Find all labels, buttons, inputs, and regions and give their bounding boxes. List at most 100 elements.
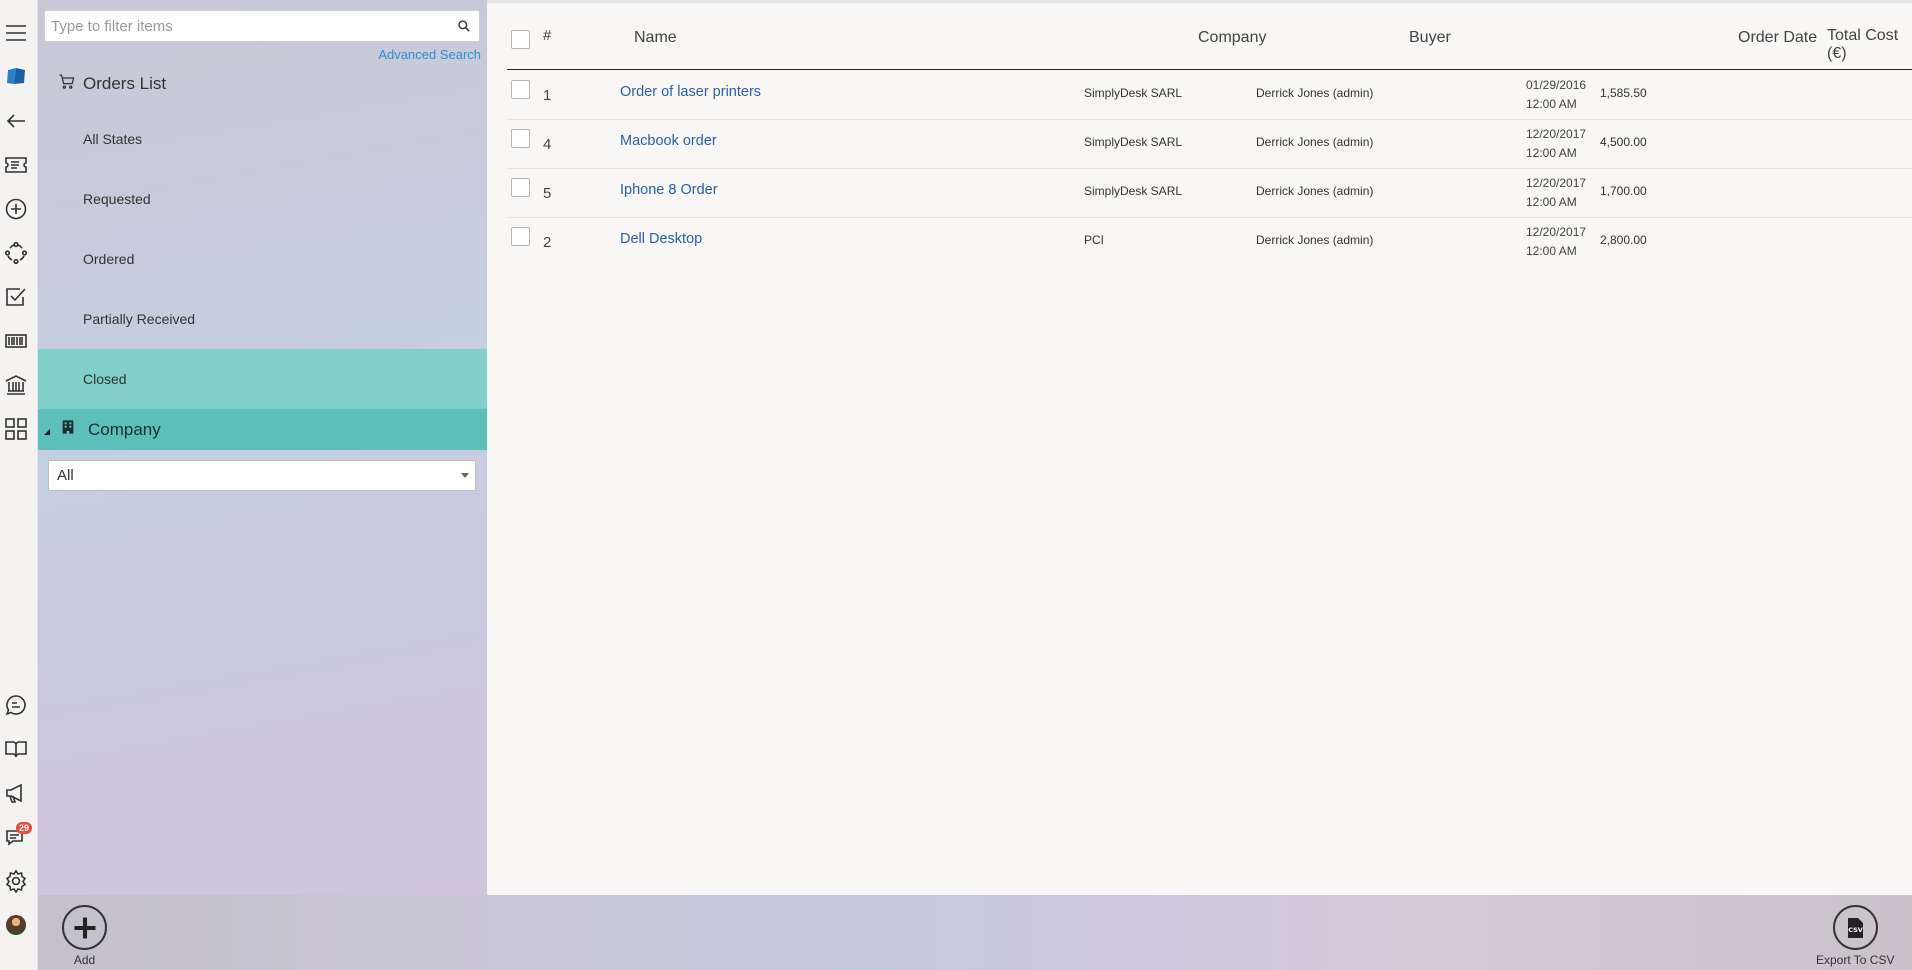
select-all-checkbox[interactable] [511,30,530,49]
filter-search-input[interactable] [45,11,445,41]
header-number[interactable]: # [543,27,551,44]
notification-badge: 29 [15,822,32,834]
order-name-link[interactable]: Macbook order [620,133,717,149]
state-label: Requested [83,191,151,207]
row-number: 2 [543,234,552,251]
orders-list-title: Orders List [83,74,167,93]
gear-icon[interactable] [0,866,32,896]
back-arrow-icon[interactable] [0,106,32,136]
plus-icon [62,905,107,950]
state-label: All States [83,131,143,147]
header-order-date[interactable]: Order Date [1738,29,1817,47]
megaphone-icon[interactable] [0,778,32,808]
row-order-date: 12/20/2017 12:00 AM [1526,174,1586,212]
row-checkbox[interactable] [511,80,530,99]
row-time: 12:00 AM [1526,97,1577,111]
company-select-value: All [57,467,74,484]
add-label: Add [73,953,96,967]
row-date: 12/20/2017 [1526,225,1587,239]
header-name[interactable]: Name [634,29,677,47]
state-item-closed[interactable]: Closed [38,349,487,409]
row-time: 12:00 AM [1526,195,1577,209]
row-time: 12:00 AM [1526,244,1577,258]
row-date: 12/20/2017 [1526,127,1587,141]
table-row[interactable]: 5 Iphone 8 Order SimplyDesk SARL Derrick… [507,169,1912,218]
filter-panel: Advanced Search Orders List All States R… [38,0,487,895]
icon-rail: 29 [0,0,38,970]
row-buyer: Derrick Jones (admin) [1256,86,1374,100]
user-avatar[interactable] [0,910,32,940]
state-label: Closed [83,371,127,387]
bank-icon[interactable] [0,370,32,400]
advanced-search-link[interactable]: Advanced Search [378,47,481,62]
state-item-all-states[interactable]: All States [38,109,487,169]
row-checkbox[interactable] [511,129,530,148]
checklist-icon[interactable] [0,282,32,312]
order-name-link[interactable]: Iphone 8 Order [620,182,718,198]
row-time: 12:00 AM [1526,146,1577,160]
workflow-icon[interactable] [0,238,32,268]
chat-icon[interactable] [0,690,32,720]
company-select[interactable]: All [48,460,476,491]
row-buyer: Derrick Jones (admin) [1256,135,1374,149]
building-icon [60,419,76,440]
row-checkbox[interactable] [511,178,530,197]
table-row[interactable]: 2 Dell Desktop PCI Derrick Jones (admin)… [507,218,1912,267]
header-divider [507,69,1912,70]
state-label: Partially Received [83,311,196,327]
row-total-cost: 1,700.00 [1600,184,1647,198]
csv-file-icon: CSV [1832,905,1878,950]
logo-icon[interactable] [0,62,32,92]
row-number: 4 [543,136,552,153]
cart-icon [58,73,75,95]
csv-glyph: CSV [1848,926,1863,934]
ticket-icon[interactable] [0,150,32,180]
row-company: PCI [1084,233,1105,247]
panel-title: Orders List [58,72,166,96]
search-icon[interactable] [449,11,479,41]
row-total-cost: 2,800.00 [1600,233,1647,247]
state-item-partially-received[interactable]: Partially Received [38,289,487,349]
company-section-label: Company [88,419,161,439]
collapse-triangle-icon [44,428,50,435]
row-order-date: 12/20/2017 12:00 AM [1526,223,1586,261]
order-name-link[interactable]: Order of laser printers [620,84,761,100]
add-button[interactable]: Add [62,905,107,967]
row-date: 01/29/2016 [1526,78,1587,92]
row-company: SimplyDesk SARL [1084,135,1183,149]
grid-icon[interactable] [0,414,32,444]
filter-search-box [44,10,480,42]
order-name-link[interactable]: Dell Desktop [620,231,702,247]
menu-icon[interactable] [0,18,32,48]
row-total-cost: 1,585.50 [1600,86,1647,100]
company-section-header[interactable]: Company [38,409,487,450]
bottom-action-bar: Add CSV Export To CSV [38,895,1912,970]
row-buyer: Derrick Jones (admin) [1256,233,1374,247]
row-number: 5 [543,185,552,202]
book-icon[interactable] [0,734,32,764]
row-company: SimplyDesk SARL [1084,86,1183,100]
barcode-icon[interactable] [0,326,32,356]
export-label: Export To CSV [1816,953,1895,967]
messages-icon[interactable]: 29 [0,822,32,852]
row-order-date: 12/20/2017 12:00 AM [1526,125,1586,163]
row-checkbox[interactable] [511,227,530,246]
add-circle-icon[interactable] [0,194,32,224]
header-buyer[interactable]: Buyer [1409,29,1451,47]
state-item-requested[interactable]: Requested [38,169,487,229]
row-buyer: Derrick Jones (admin) [1256,184,1374,198]
dropdown-caret-icon [461,473,469,478]
avatar [6,915,26,935]
row-company: SimplyDesk SARL [1084,184,1183,198]
state-label: Ordered [83,251,135,267]
state-item-ordered[interactable]: Ordered [38,229,487,289]
orders-table: # Name Company Buyer Order Date Total Co… [487,0,1912,895]
export-csv-button[interactable]: CSV Export To CSV [1816,905,1894,967]
header-company[interactable]: Company [1198,29,1266,47]
row-order-date: 01/29/2016 12:00 AM [1526,76,1586,114]
table-row[interactable]: 1 Order of laser printers SimplyDesk SAR… [507,71,1912,120]
table-row[interactable]: 4 Macbook order SimplyDesk SARL Derrick … [507,120,1912,169]
header-total-cost[interactable]: Total Cost (€) [1827,27,1907,63]
row-total-cost: 4,500.00 [1600,135,1647,149]
row-number: 1 [543,87,552,104]
